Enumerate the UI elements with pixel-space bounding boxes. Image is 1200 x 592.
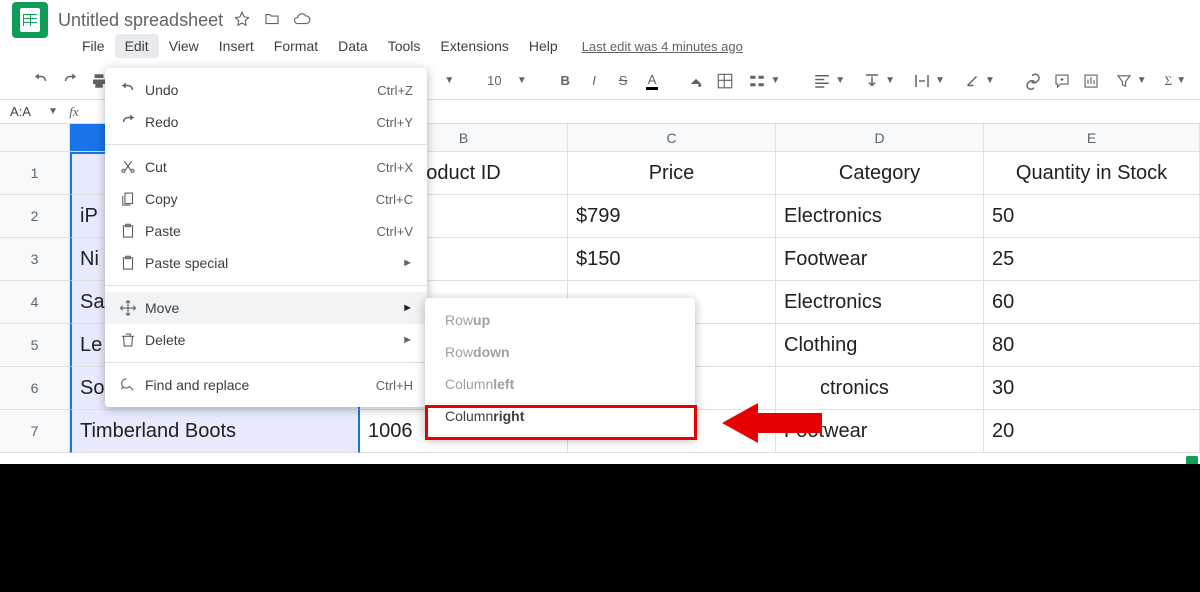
menu-extensions[interactable]: Extensions bbox=[430, 34, 518, 58]
font-select[interactable]: ▼ bbox=[438, 68, 460, 94]
undo-icon bbox=[119, 81, 145, 99]
menu-find-replace[interactable]: Find and replaceCtrl+H bbox=[105, 369, 427, 401]
cell[interactable]: 20 bbox=[984, 410, 1200, 453]
col-header-C[interactable]: C bbox=[568, 124, 776, 152]
valign-btn[interactable]: ▼ bbox=[857, 68, 901, 94]
annotation-arrow bbox=[722, 400, 822, 449]
cell[interactable]: Footwear bbox=[776, 238, 984, 281]
menu-format[interactable]: Format bbox=[264, 34, 328, 58]
link-btn[interactable] bbox=[1022, 68, 1045, 94]
name-box[interactable]: A:A▼ bbox=[4, 102, 64, 122]
menu-view[interactable]: View bbox=[159, 34, 209, 58]
cut-icon bbox=[119, 158, 145, 176]
delete-icon bbox=[119, 331, 145, 349]
cell[interactable]: $799 bbox=[568, 195, 776, 238]
textcolor-btn[interactable]: A bbox=[641, 68, 664, 94]
star-icon[interactable] bbox=[233, 10, 251, 31]
cell[interactable]: Timberland Boots bbox=[70, 410, 360, 453]
menu-edit[interactable]: Edit bbox=[115, 34, 159, 58]
move-col-left[interactable]: Column left bbox=[425, 368, 695, 400]
row-header[interactable]: 3 bbox=[0, 238, 70, 281]
cell[interactable]: Price bbox=[568, 152, 776, 195]
select-all-corner[interactable] bbox=[0, 124, 70, 152]
cell[interactable]: $150 bbox=[568, 238, 776, 281]
row-header[interactable]: 1 bbox=[0, 152, 70, 195]
cell[interactable]: 80 bbox=[984, 324, 1200, 367]
move-folder-icon[interactable] bbox=[263, 10, 281, 31]
wrap-btn[interactable]: ▼ bbox=[907, 68, 951, 94]
cell[interactable]: 60 bbox=[984, 281, 1200, 324]
redo-icon bbox=[119, 113, 145, 131]
menu-help[interactable]: Help bbox=[519, 34, 568, 58]
menu-data[interactable]: Data bbox=[328, 34, 378, 58]
cloud-icon[interactable] bbox=[293, 10, 311, 31]
menu-move[interactable]: Move► bbox=[105, 292, 427, 324]
menu-bar: File Edit View Insert Format Data Tools … bbox=[0, 36, 1200, 62]
menu-cut[interactable]: CutCtrl+X bbox=[105, 151, 427, 183]
row-header[interactable]: 4 bbox=[0, 281, 70, 324]
col-header-D[interactable]: D bbox=[776, 124, 984, 152]
bold-btn[interactable]: B bbox=[554, 68, 577, 94]
move-row-down[interactable]: Row down bbox=[425, 336, 695, 368]
merge-btn[interactable]: ▼ bbox=[742, 68, 786, 94]
redo-btn[interactable] bbox=[59, 68, 82, 94]
copy-icon bbox=[119, 190, 145, 208]
fx-icon: fx bbox=[64, 104, 84, 120]
menu-undo[interactable]: UndoCtrl+Z bbox=[105, 74, 427, 106]
menu-paste[interactable]: PasteCtrl+V bbox=[105, 215, 427, 247]
filter-btn[interactable]: ▼ bbox=[1109, 68, 1153, 94]
undo-btn[interactable] bbox=[30, 68, 53, 94]
paste-icon bbox=[119, 222, 145, 240]
blackout bbox=[0, 464, 1200, 592]
cell[interactable]: 25 bbox=[984, 238, 1200, 281]
title-bar: Untitled spreadsheet bbox=[0, 0, 1200, 36]
borders-btn[interactable] bbox=[713, 68, 736, 94]
row-header[interactable]: 5 bbox=[0, 324, 70, 367]
functions-btn[interactable]: Σ▼ bbox=[1159, 68, 1192, 94]
row-header[interactable]: 2 bbox=[0, 195, 70, 238]
menu-tools[interactable]: Tools bbox=[378, 34, 431, 58]
cell[interactable]: 30 bbox=[984, 367, 1200, 410]
col-header-E[interactable]: E bbox=[984, 124, 1200, 152]
menu-file[interactable]: File bbox=[72, 34, 115, 58]
fillcolor-btn[interactable] bbox=[684, 68, 707, 94]
annotation-highlight bbox=[425, 405, 697, 440]
last-edit-link[interactable]: Last edit was 4 minutes ago bbox=[582, 39, 743, 54]
paste-special-icon bbox=[119, 254, 145, 272]
halign-btn[interactable]: ▼ bbox=[807, 68, 851, 94]
strike-btn[interactable]: S bbox=[612, 68, 635, 94]
menu-insert[interactable]: Insert bbox=[209, 34, 264, 58]
cell[interactable]: Electronics bbox=[776, 195, 984, 238]
comment-btn[interactable] bbox=[1051, 68, 1074, 94]
move-icon bbox=[119, 299, 145, 317]
menu-redo[interactable]: RedoCtrl+Y bbox=[105, 106, 427, 138]
row-header[interactable]: 6 bbox=[0, 367, 70, 410]
fontsize-select[interactable]: 10 ▼ bbox=[481, 68, 533, 94]
find-icon bbox=[119, 376, 145, 394]
sheets-logo[interactable] bbox=[12, 2, 48, 38]
cell[interactable]: Electronics bbox=[776, 281, 984, 324]
cell[interactable]: Quantity in Stock bbox=[984, 152, 1200, 195]
cell[interactable]: 50 bbox=[984, 195, 1200, 238]
menu-delete[interactable]: Delete► bbox=[105, 324, 427, 356]
document-title[interactable]: Untitled spreadsheet bbox=[58, 10, 223, 31]
edit-dropdown: UndoCtrl+Z RedoCtrl+Y CutCtrl+X CopyCtrl… bbox=[105, 68, 427, 407]
menu-paste-special[interactable]: Paste special► bbox=[105, 247, 427, 279]
chart-btn[interactable] bbox=[1080, 68, 1103, 94]
cell[interactable]: Category bbox=[776, 152, 984, 195]
rotate-btn[interactable]: ▼ bbox=[957, 68, 1001, 94]
italic-btn[interactable]: I bbox=[583, 68, 606, 94]
move-row-up[interactable]: Row up bbox=[425, 304, 695, 336]
row-header[interactable]: 7 bbox=[0, 410, 70, 453]
menu-copy[interactable]: CopyCtrl+C bbox=[105, 183, 427, 215]
cell[interactable]: Clothing bbox=[776, 324, 984, 367]
